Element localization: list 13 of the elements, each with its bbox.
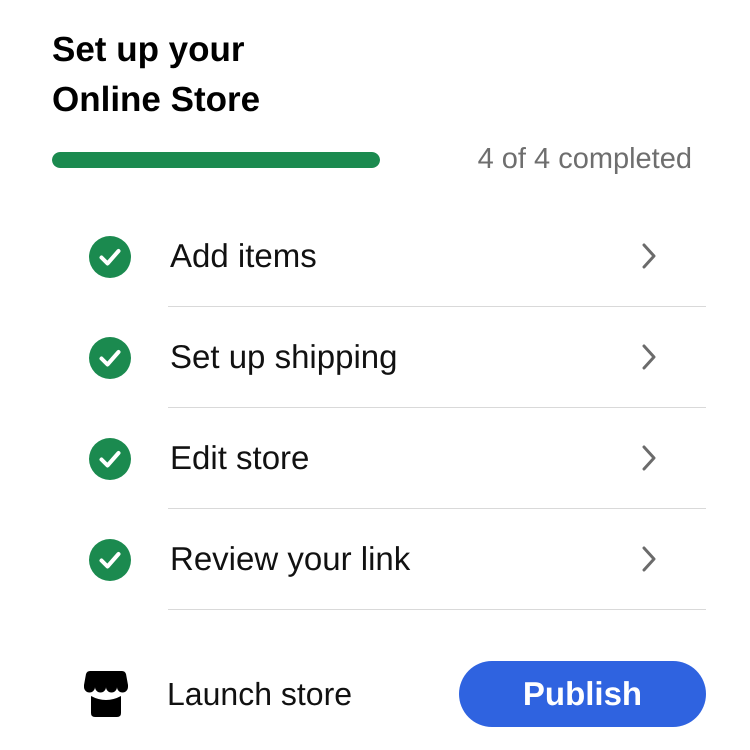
task-label[interactable]: Set up shipping [170, 332, 398, 382]
page-title: Set up your Online Store [52, 29, 262, 121]
chevron-right-icon[interactable] [642, 243, 656, 269]
chevron-right-icon[interactable] [642, 344, 656, 370]
publish-button[interactable]: Publish [459, 661, 706, 727]
task-label[interactable]: Add items [170, 231, 317, 281]
task-label[interactable]: Edit store [170, 433, 310, 483]
chevron-right-icon[interactable] [642, 546, 656, 572]
chevron-right-icon[interactable] [642, 445, 656, 471]
storefront-icon [84, 671, 128, 717]
launch-store-label: Launch store [167, 675, 352, 714]
task-label[interactable]: Review your link [170, 534, 410, 584]
progress-label: 4 of 4 completed [478, 142, 692, 178]
